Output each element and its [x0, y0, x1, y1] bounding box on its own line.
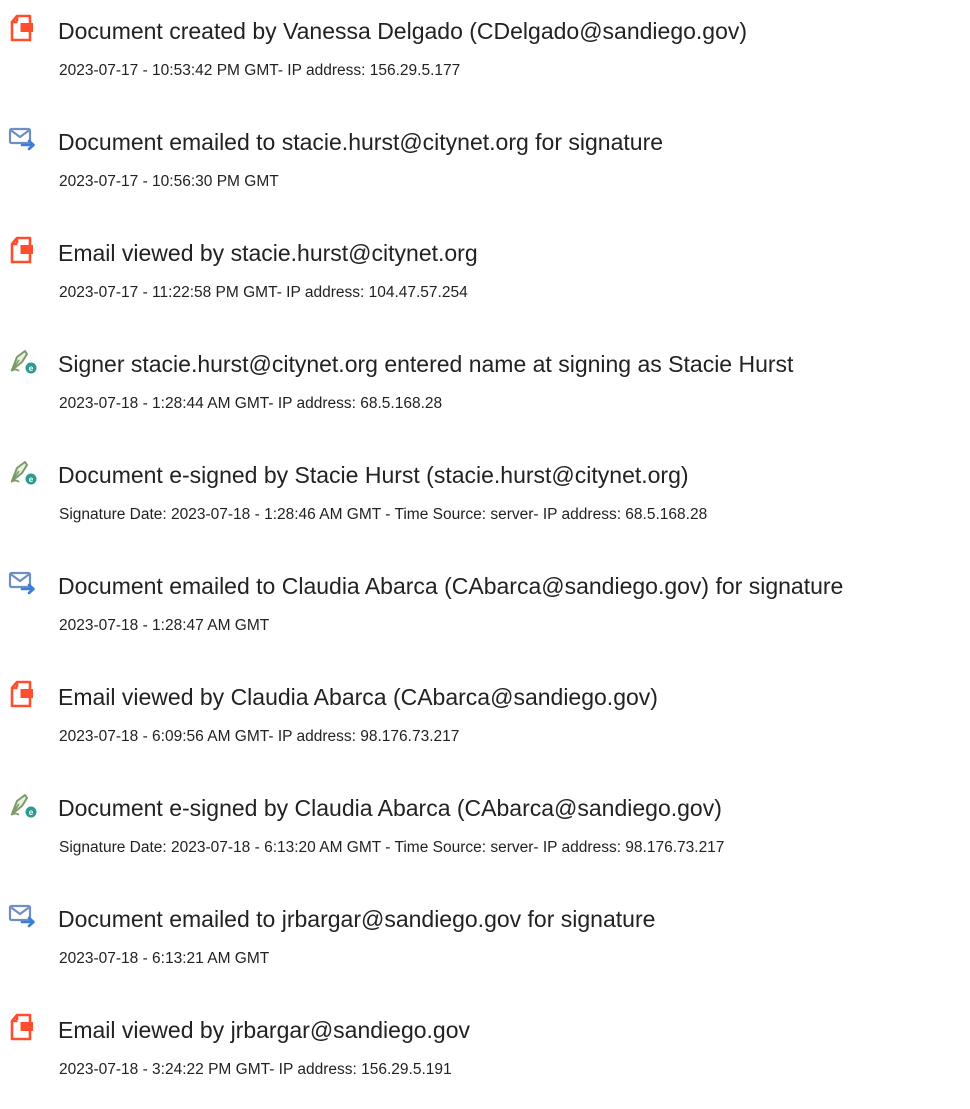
- audit-event: Email viewed by jrbargar@sandiego.gov 20…: [0, 1012, 970, 1102]
- event-timestamp: 2023-07-18 - 1:28:47 AM GMT: [59, 617, 270, 634]
- document-viewed-icon: [8, 679, 38, 709]
- event-description: Document created by Vanessa Delgado (CDe…: [58, 18, 748, 44]
- audit-event: Email viewed by stacie.hurst@citynet.org…: [0, 235, 970, 325]
- event-description: Email viewed by Claudia Abarca (CAbarca@…: [58, 684, 658, 710]
- event-description: Document emailed to jrbargar@sandiego.go…: [58, 906, 656, 932]
- event-description: Document e-signed by Claudia Abarca (CAb…: [58, 795, 722, 821]
- event-description: Signer stacie.hurst@citynet.org entered …: [58, 351, 794, 377]
- audit-event: Document emailed to stacie.hurst@citynet…: [0, 124, 970, 214]
- email-sent-icon: [8, 901, 38, 931]
- document-viewed-icon: [8, 1012, 38, 1042]
- event-timestamp: Signature Date: 2023-07-18 - 6:13:20 AM …: [59, 839, 725, 856]
- event-timestamp: 2023-07-17 - 11:22:58 PM GMT- IP address…: [59, 284, 468, 301]
- event-description: Document emailed to stacie.hurst@citynet…: [58, 129, 664, 155]
- audit-event: Document created by Vanessa Delgado (CDe…: [0, 13, 970, 103]
- svg-text:e: e: [29, 807, 34, 817]
- event-description: Document e-signed by Stacie Hurst (staci…: [58, 462, 689, 488]
- esign-pen-icon: e: [8, 790, 38, 820]
- event-description: Document emailed to Claudia Abarca (CAba…: [58, 573, 844, 599]
- audit-event: e Document e-signed by Stacie Hurst (sta…: [0, 457, 970, 547]
- esign-pen-icon: e: [8, 457, 38, 487]
- document-viewed-icon: [8, 235, 38, 265]
- audit-event: Document emailed to Claudia Abarca (CAba…: [0, 568, 970, 658]
- event-timestamp: 2023-07-18 - 1:28:44 AM GMT- IP address:…: [59, 395, 443, 412]
- svg-text:e: e: [29, 474, 34, 484]
- email-sent-icon: [8, 124, 38, 154]
- audit-event: e Signer stacie.hurst@citynet.org entere…: [0, 346, 970, 436]
- audit-event: Document emailed to jrbargar@sandiego.go…: [0, 901, 970, 991]
- event-timestamp: 2023-07-17 - 10:56:30 PM GMT: [59, 173, 279, 190]
- audit-event: Email viewed by Claudia Abarca (CAbarca@…: [0, 679, 970, 769]
- audit-event: e Document e-signed by Claudia Abarca (C…: [0, 790, 970, 880]
- event-timestamp: 2023-07-17 - 10:53:42 PM GMT- IP address…: [59, 62, 461, 79]
- document-created-icon: [8, 13, 38, 43]
- event-timestamp: 2023-07-18 - 6:13:21 AM GMT: [59, 950, 270, 967]
- event-timestamp: 2023-07-18 - 6:09:56 AM GMT- IP address:…: [59, 728, 460, 745]
- event-description: Email viewed by jrbargar@sandiego.gov: [58, 1017, 471, 1043]
- event-timestamp: Signature Date: 2023-07-18 - 1:28:46 AM …: [59, 506, 708, 523]
- esign-pen-icon: e: [8, 346, 38, 376]
- event-description: Email viewed by stacie.hurst@citynet.org: [58, 240, 478, 266]
- email-sent-icon: [8, 568, 38, 598]
- svg-text:e: e: [29, 363, 34, 373]
- event-timestamp: 2023-07-18 - 3:24:22 PM GMT- IP address:…: [59, 1061, 452, 1078]
